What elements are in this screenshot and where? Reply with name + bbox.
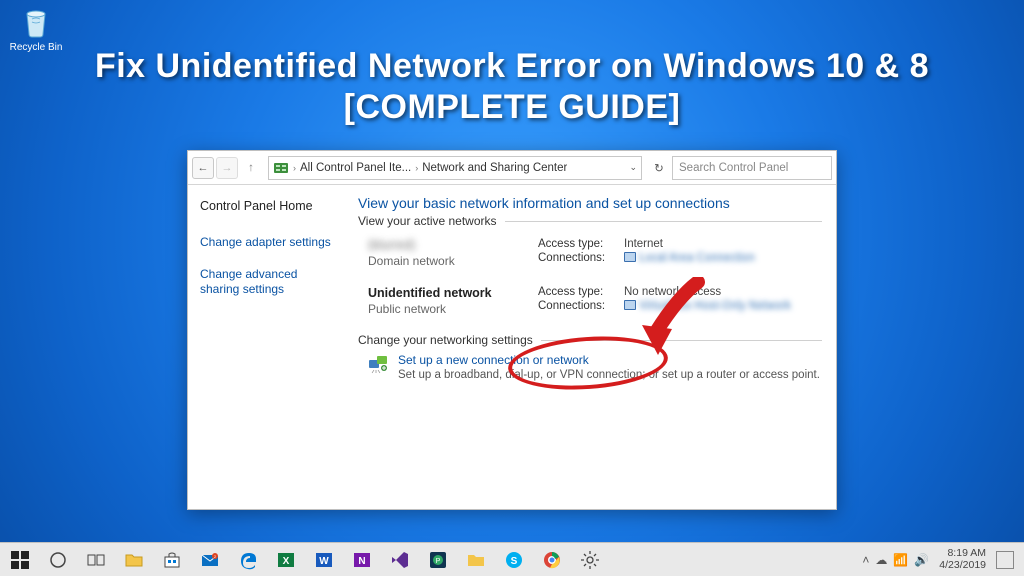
clock-date: 4/23/2019 bbox=[939, 560, 986, 571]
svg-text:S: S bbox=[511, 556, 518, 567]
onenote-button[interactable]: N bbox=[344, 543, 380, 576]
taskbar: 2 X W N P S ˄ ☁ 📶 🔊 8:19 AM 4/23/2019 bbox=[0, 542, 1024, 576]
net1-conn-label: Connections: bbox=[538, 252, 624, 264]
chevron-right-icon: › bbox=[413, 163, 420, 173]
store-button[interactable] bbox=[154, 543, 190, 576]
task-view-button[interactable] bbox=[78, 543, 114, 576]
main-title: View your basic network information and … bbox=[358, 195, 822, 211]
excel-button[interactable]: X bbox=[268, 543, 304, 576]
sidebar-link-sharing[interactable]: Change advanced sharing settings bbox=[200, 267, 336, 298]
network-row-domain: (blurred) Domain network Access type: In… bbox=[358, 232, 822, 280]
network-row-unidentified: Unidentified network Public network Acce… bbox=[358, 280, 822, 328]
change-networking-legend: Change your networking settings bbox=[358, 333, 541, 347]
search-placeholder: Search Control Panel bbox=[679, 162, 788, 174]
title-line1: Fix Unidentified Network Error on Window… bbox=[0, 46, 1024, 87]
net1-name: (blurred) bbox=[368, 238, 538, 252]
action-center-button[interactable] bbox=[996, 551, 1014, 569]
chevron-right-icon: › bbox=[291, 163, 298, 173]
net1-conn-link[interactable]: Local Area Connection bbox=[624, 252, 755, 264]
net2-access-label: Access type: bbox=[538, 286, 624, 298]
start-button[interactable] bbox=[2, 543, 38, 576]
back-button[interactable]: ← bbox=[192, 157, 214, 179]
tray-cloud-icon[interactable]: ☁ bbox=[875, 553, 887, 567]
monitor-icon bbox=[624, 300, 636, 310]
active-networks-section: View your active networks (blurred) Doma… bbox=[358, 221, 822, 328]
skype-button[interactable]: S bbox=[496, 543, 532, 576]
taskbar-clock[interactable]: 8:19 AM 4/23/2019 bbox=[939, 548, 986, 570]
net2-access-value: No network access bbox=[624, 286, 721, 298]
setup-connection-icon bbox=[368, 353, 390, 375]
monitor-icon bbox=[624, 252, 636, 262]
net2-name: Unidentified network bbox=[368, 286, 538, 300]
breadcrumb-seg1[interactable]: All Control Panel Ite... bbox=[300, 162, 411, 174]
sidebar-link-adapter[interactable]: Change adapter settings bbox=[200, 235, 336, 251]
setup-connection-link[interactable]: Set up a new connection or network bbox=[398, 353, 820, 367]
net2-conn-label: Connections: bbox=[538, 300, 624, 312]
tray-volume-icon[interactable]: 🔊 bbox=[914, 553, 929, 567]
clock-time: 8:19 AM bbox=[939, 548, 986, 559]
mail-button[interactable]: 2 bbox=[192, 543, 228, 576]
sidebar: Control Panel Home Change adapter settin… bbox=[188, 185, 348, 509]
refresh-button[interactable]: ↻ bbox=[648, 157, 670, 179]
svg-text:X: X bbox=[283, 556, 290, 567]
breadcrumb[interactable]: › All Control Panel Ite... › Network and… bbox=[268, 156, 642, 180]
setup-connection-desc: Set up a broadband, dial-up, or VPN conn… bbox=[398, 369, 820, 381]
tray-wifi-icon[interactable]: 📶 bbox=[893, 553, 908, 567]
photoshop-button[interactable]: P bbox=[420, 543, 456, 576]
net1-access-label: Access type: bbox=[538, 238, 624, 250]
breadcrumb-seg2[interactable]: Network and Sharing Center bbox=[422, 162, 567, 174]
tray-chevron-icon[interactable]: ˄ bbox=[862, 553, 869, 567]
net1-type: Domain network bbox=[368, 254, 538, 268]
active-networks-legend: View your active networks bbox=[358, 214, 505, 228]
recycle-bin-icon bbox=[18, 4, 54, 40]
system-tray: ˄ ☁ 📶 🔊 8:19 AM 4/23/2019 bbox=[854, 543, 1022, 576]
net1-access-value: Internet bbox=[624, 238, 663, 250]
window-body: Control Panel Home Change adapter settin… bbox=[188, 185, 836, 509]
up-button[interactable]: ↑ bbox=[240, 157, 262, 179]
edge-button[interactable] bbox=[230, 543, 266, 576]
breadcrumb-dropdown-icon[interactable]: ⌄ bbox=[625, 162, 637, 173]
folder-button[interactable] bbox=[458, 543, 494, 576]
main-panel: View your basic network information and … bbox=[348, 185, 836, 509]
title-line2: [COMPLETE GUIDE] bbox=[0, 87, 1024, 128]
cortana-button[interactable] bbox=[40, 543, 76, 576]
file-explorer-button[interactable] bbox=[116, 543, 152, 576]
net2-type: Public network bbox=[368, 302, 538, 316]
vs-button[interactable] bbox=[382, 543, 418, 576]
chrome-button[interactable] bbox=[534, 543, 570, 576]
sidebar-home[interactable]: Control Panel Home bbox=[200, 199, 336, 213]
svg-text:W: W bbox=[319, 556, 329, 567]
settings-button[interactable] bbox=[572, 543, 608, 576]
net2-conn-link[interactable]: VirtualBox Host-Only Network bbox=[624, 300, 791, 312]
network-sharing-center-window: ← → ↑ › All Control Panel Ite... › Netwo… bbox=[187, 150, 837, 510]
svg-text:P: P bbox=[436, 558, 441, 565]
forward-button[interactable]: → bbox=[216, 157, 238, 179]
svg-text:N: N bbox=[358, 556, 365, 567]
page-title: Fix Unidentified Network Error on Window… bbox=[0, 46, 1024, 128]
window-navbar: ← → ↑ › All Control Panel Ite... › Netwo… bbox=[188, 151, 836, 185]
search-input[interactable]: Search Control Panel bbox=[672, 156, 832, 180]
word-button[interactable]: W bbox=[306, 543, 342, 576]
change-networking-section: Change your networking settings Set up a… bbox=[358, 340, 822, 381]
control-panel-icon bbox=[273, 160, 289, 176]
